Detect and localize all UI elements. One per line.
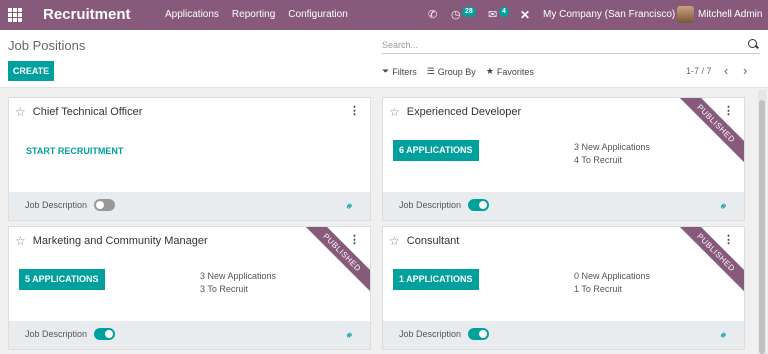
job-card[interactable]: ☆ Consultant PUBLISHED ⋮ 1 APPLICATIONS … — [382, 226, 745, 350]
debug-icon[interactable]: ✕ — [520, 0, 530, 30]
new-applications-link[interactable]: 3 New Applications — [200, 270, 276, 283]
start-recruitment-button[interactable]: START RECRUITMENT — [26, 146, 123, 156]
main-menu: Applications Reporting Configuration — [165, 0, 348, 30]
scrollbar-thumb[interactable] — [759, 100, 765, 354]
page-title: Job Positions — [8, 38, 86, 53]
pager-next-icon[interactable]: › — [743, 63, 747, 78]
to-recruit-value: 1 To Recruit — [574, 284, 622, 294]
job-card-footer: Job Description ⚭ — [383, 321, 744, 349]
link-icon[interactable]: ⚭ — [716, 328, 731, 343]
job-card-header: ☆ Experienced Developer — [389, 106, 521, 118]
published-ribbon: PUBLISHED — [675, 98, 744, 165]
card-menu-icon[interactable]: ⋮ — [349, 104, 360, 117]
new-applications-link[interactable]: 0 New Applications — [574, 270, 650, 283]
job-card-footer: Job Description ⚭ — [383, 192, 744, 220]
job-description-label: Job Description — [399, 200, 462, 210]
to-recruit-value: 3 To Recruit — [200, 284, 248, 294]
app-brand[interactable]: Recruitment — [43, 0, 131, 30]
link-icon[interactable]: ⚭ — [342, 328, 357, 343]
activity-icon[interactable]: ◷ — [451, 0, 461, 30]
apps-menu-icon[interactable] — [8, 8, 22, 22]
card-menu-icon[interactable]: ⋮ — [723, 104, 734, 117]
job-card[interactable]: ☆ Chief Technical Officer ⋮ START RECRUI… — [8, 97, 371, 221]
job-description-label: Job Description — [25, 329, 88, 339]
top-navbar: Recruitment Applications Reporting Confi… — [0, 0, 768, 30]
published-ribbon: PUBLISHED — [301, 227, 370, 294]
group-by-label: Group By — [437, 66, 476, 77]
favorites-star-icon: ★ — [485, 66, 494, 76]
card-menu-icon[interactable]: ⋮ — [723, 233, 734, 246]
job-card-header: ☆ Consultant — [389, 235, 459, 247]
menu-item-reporting[interactable]: Reporting — [232, 0, 275, 30]
phone-icon[interactable]: ✆ — [428, 0, 437, 30]
job-description-toggle[interactable] — [468, 328, 489, 340]
job-card[interactable]: ☆ Marketing and Community Manager PUBLIS… — [8, 226, 371, 350]
favorite-star-icon[interactable]: ☆ — [389, 106, 400, 118]
job-description-label: Job Description — [25, 200, 88, 210]
job-card-footer: Job Description ⚭ — [9, 192, 370, 220]
pager-previous-icon[interactable]: ‹ — [724, 63, 728, 78]
control-panel: Job Positions CREATE ⏷Filters ☰Group By … — [0, 30, 768, 88]
job-stats: 3 New Applications 4 To Recruit — [574, 141, 650, 167]
job-description-toggle[interactable] — [468, 199, 489, 211]
message-count-badge: 4 — [499, 7, 509, 17]
chat-icon[interactable]: ✉ — [488, 0, 497, 30]
company-switcher[interactable]: My Company (San Francisco) — [543, 0, 675, 30]
favorite-star-icon[interactable]: ☆ — [389, 235, 400, 247]
search-bar — [382, 36, 760, 54]
user-avatar[interactable] — [677, 6, 694, 23]
group-by-icon: ☰ — [426, 66, 435, 76]
link-icon[interactable]: ⚭ — [342, 199, 357, 214]
job-title[interactable]: Consultant — [407, 235, 460, 247]
job-card-header: ☆ Chief Technical Officer — [15, 106, 142, 118]
search-options: ⏷ Filters ☰ Group By ★ Favorites — [382, 66, 534, 77]
filters-button[interactable]: ⏷ Filters — [382, 66, 417, 77]
job-description-toggle[interactable] — [94, 199, 115, 211]
vertical-scrollbar[interactable] — [758, 90, 766, 354]
job-card-footer: Job Description ⚭ — [9, 321, 370, 349]
activity-count-badge: 28 — [462, 7, 476, 17]
user-menu[interactable]: Mitchell Admin — [698, 0, 762, 30]
search-icon[interactable] — [748, 39, 757, 48]
pager-value[interactable]: 1-7 / 7 — [686, 66, 712, 76]
link-icon[interactable]: ⚭ — [716, 199, 731, 214]
applications-button[interactable]: 5 APPLICATIONS — [19, 269, 105, 290]
filters-label: Filters — [392, 66, 417, 77]
card-menu-icon[interactable]: ⋮ — [349, 233, 360, 246]
job-title[interactable]: Experienced Developer — [407, 106, 521, 118]
job-card[interactable]: ☆ Experienced Developer PUBLISHED ⋮ 6 AP… — [382, 97, 745, 221]
kanban-view: ☆ Chief Technical Officer ⋮ START RECRUI… — [0, 89, 756, 354]
favorite-star-icon[interactable]: ☆ — [15, 235, 26, 247]
menu-item-applications[interactable]: Applications — [165, 0, 219, 30]
new-applications-link[interactable]: 3 New Applications — [574, 141, 650, 154]
job-title[interactable]: Marketing and Community Manager — [33, 235, 208, 247]
group-by-button[interactable]: ☰ Group By — [427, 66, 476, 77]
to-recruit-value: 4 To Recruit — [574, 155, 622, 165]
favorites-button[interactable]: ★ Favorites — [486, 66, 534, 77]
job-card-header: ☆ Marketing and Community Manager — [15, 235, 208, 247]
job-stats: 0 New Applications 1 To Recruit — [574, 270, 650, 296]
job-description-toggle[interactable] — [94, 328, 115, 340]
search-input[interactable] — [382, 38, 732, 52]
job-stats: 3 New Applications 3 To Recruit — [200, 270, 276, 296]
published-ribbon: PUBLISHED — [675, 227, 744, 294]
job-title[interactable]: Chief Technical Officer — [33, 106, 143, 118]
favorites-label: Favorites — [496, 66, 534, 77]
applications-button[interactable]: 6 APPLICATIONS — [393, 140, 479, 161]
create-button[interactable]: CREATE — [8, 61, 54, 81]
job-description-label: Job Description — [399, 329, 462, 339]
menu-item-configuration[interactable]: Configuration — [288, 0, 347, 30]
filter-icon: ⏷ — [382, 66, 390, 76]
applications-button[interactable]: 1 APPLICATIONS — [393, 269, 479, 290]
favorite-star-icon[interactable]: ☆ — [15, 106, 26, 118]
